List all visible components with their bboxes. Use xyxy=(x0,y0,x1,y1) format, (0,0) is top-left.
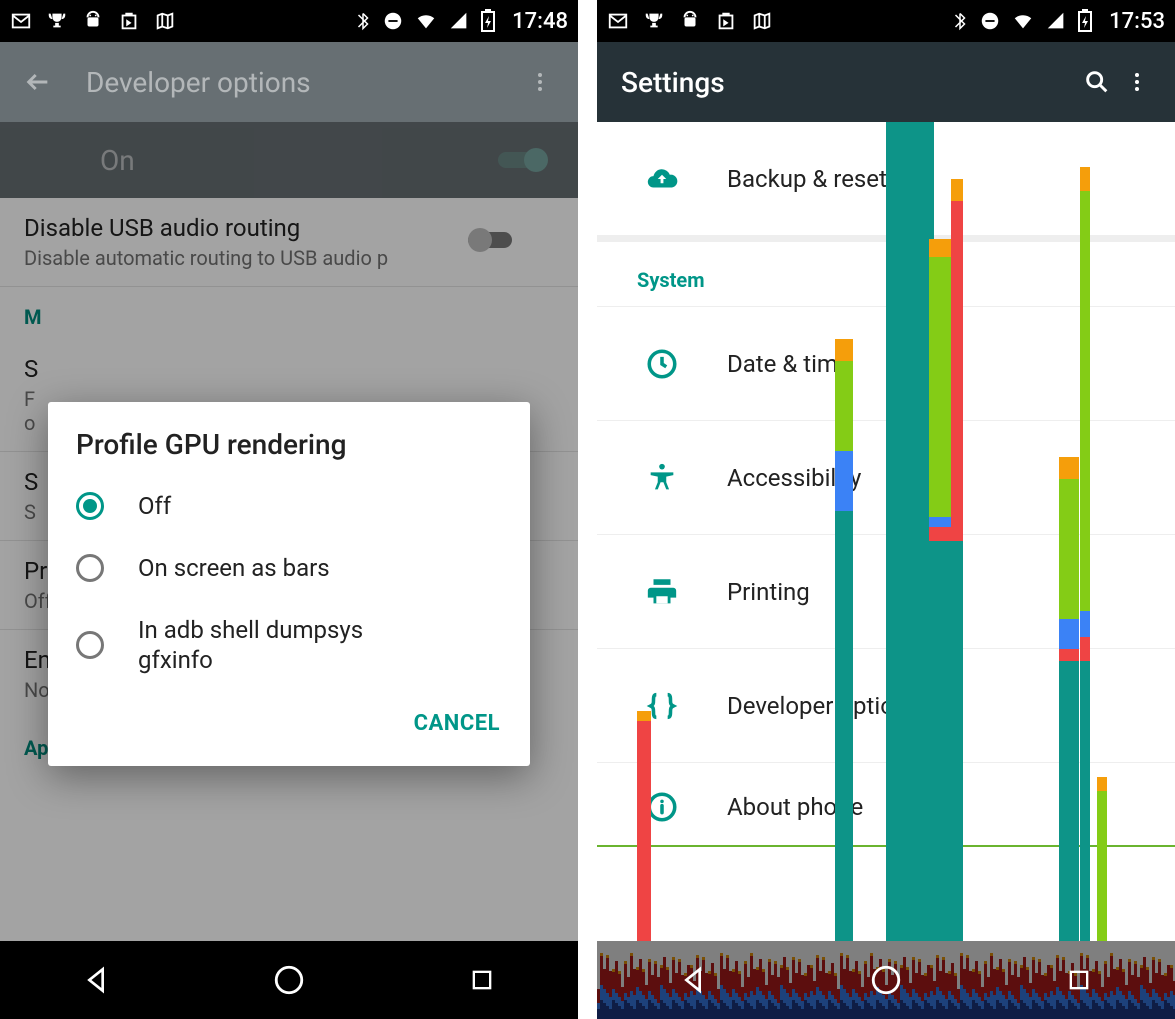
row-about-phone[interactable]: About phone xyxy=(597,763,1175,851)
nav-home[interactable] xyxy=(858,952,914,1008)
row-printing[interactable]: Printing xyxy=(597,535,1175,649)
back-icon[interactable] xyxy=(18,62,58,102)
maps-icon xyxy=(154,10,176,32)
print-icon xyxy=(637,575,687,609)
section-system: System xyxy=(597,236,1175,307)
accessibility-icon xyxy=(637,461,687,495)
nav-home[interactable] xyxy=(261,952,317,1008)
radio-option-adb[interactable]: In adb shell dumpsys gfxinfo xyxy=(48,599,530,691)
nav-back[interactable] xyxy=(68,952,124,1008)
battery-charging-icon xyxy=(480,9,496,33)
nav-back[interactable] xyxy=(665,952,721,1008)
gmail-icon xyxy=(10,10,32,32)
dialog-profile-gpu: Profile GPU rendering Off On screen as b… xyxy=(48,402,530,766)
status-time: 17:53 xyxy=(1109,9,1165,34)
row-backup-reset[interactable]: Backup & reset xyxy=(597,122,1175,236)
play-store-icon xyxy=(715,10,737,32)
clock-icon xyxy=(637,347,687,381)
overflow-icon[interactable] xyxy=(1117,62,1157,102)
status-time: 17:48 xyxy=(512,9,568,34)
trophy-icon xyxy=(46,10,68,32)
cloud-up-icon xyxy=(637,162,687,196)
radio-option-bars[interactable]: On screen as bars xyxy=(48,537,530,599)
braces-icon xyxy=(637,689,687,723)
nav-bar-left xyxy=(0,941,578,1019)
radio-icon xyxy=(76,631,104,659)
bluetooth-icon xyxy=(951,10,969,32)
cancel-button[interactable]: CANCEL xyxy=(406,701,508,746)
android-icon xyxy=(82,10,104,32)
battery-charging-icon xyxy=(1077,9,1093,33)
info-icon xyxy=(637,790,687,824)
maps-icon xyxy=(751,10,773,32)
search-icon[interactable] xyxy=(1077,62,1117,102)
status-bar-left: 17:48 xyxy=(0,0,578,42)
dnd-icon xyxy=(979,10,1001,32)
dialog-title: Profile GPU rendering xyxy=(48,428,530,475)
row-developer-options[interactable]: Developer options xyxy=(597,649,1175,763)
nav-recents[interactable] xyxy=(454,952,510,1008)
page-title: Settings xyxy=(621,66,1077,99)
android-icon xyxy=(679,10,701,32)
signal-icon xyxy=(448,10,470,32)
radio-icon xyxy=(76,554,104,582)
app-bar-right: Settings xyxy=(597,42,1175,122)
row-date-time[interactable]: Date & time xyxy=(597,307,1175,421)
left-phone: 17:48 Developer options On Disable USB a… xyxy=(0,0,578,1019)
gmail-icon xyxy=(607,10,629,32)
wifi-icon xyxy=(414,10,438,32)
radio-icon xyxy=(76,492,104,520)
row-accessibility[interactable]: Accessibility xyxy=(597,421,1175,535)
right-phone: 17:53 Settings Backup & reset System Dat… xyxy=(597,0,1175,1019)
bluetooth-icon xyxy=(354,10,372,32)
radio-option-off[interactable]: Off xyxy=(48,475,530,537)
trophy-icon xyxy=(643,10,665,32)
nav-recents[interactable] xyxy=(1051,952,1107,1008)
signal-icon xyxy=(1045,10,1067,32)
wifi-icon xyxy=(1011,10,1035,32)
overflow-icon[interactable] xyxy=(520,62,560,102)
play-store-icon xyxy=(118,10,140,32)
app-bar-left: Developer options xyxy=(0,42,578,122)
settings-list: Backup & reset System Date & time Access… xyxy=(597,122,1175,1019)
dnd-icon xyxy=(382,10,404,32)
nav-bar-right xyxy=(597,941,1175,1019)
page-title: Developer options xyxy=(86,66,520,99)
status-bar-right: 17:53 xyxy=(597,0,1175,42)
